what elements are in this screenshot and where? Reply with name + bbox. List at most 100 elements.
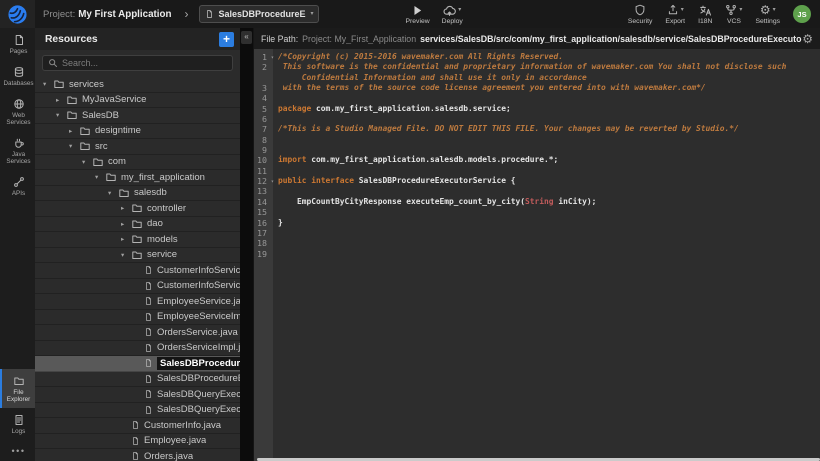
line-number: 10 <box>254 155 273 165</box>
collapse-arrow-icon[interactable]: ▾ <box>108 189 118 197</box>
action-label: Settings <box>755 18 780 25</box>
tree-item[interactable]: SalesDBQueryExecutorService.java <box>35 387 240 403</box>
open-file-dropdown[interactable]: SalesDBProcedureE... ▾ <box>199 5 319 23</box>
tree-item[interactable]: SalesDBProcedureExecutorServiceImpl.java <box>35 372 240 388</box>
code-line: 9 <box>254 145 820 155</box>
sidebar-item-pages[interactable]: Pages <box>0 28 35 60</box>
user-avatar[interactable]: JS <box>793 5 811 23</box>
expand-arrow-icon[interactable]: ▸ <box>56 96 66 104</box>
left-rail-spacer <box>0 202 35 369</box>
tree-item[interactable]: CustomerInfoService.java <box>35 263 240 279</box>
sidebar-item-web-services[interactable]: Web Services <box>0 92 35 131</box>
security-button[interactable]: Security <box>628 4 653 25</box>
settings-button[interactable]: ⚙▾Settings <box>755 4 780 25</box>
vcs-button[interactable]: ▾VCS <box>725 4 742 25</box>
collapse-arrow-icon[interactable]: ▾ <box>69 142 79 150</box>
tree-item[interactable]: ▾service <box>35 248 240 264</box>
i18n-button[interactable]: I18N <box>698 4 712 25</box>
folder-icon-wrap <box>105 171 117 183</box>
folder-icon <box>131 249 143 261</box>
tree-item-label: OrdersServiceImpl.java <box>157 342 240 353</box>
collapse-arrow-icon[interactable]: ▾ <box>95 173 105 181</box>
code-line: 6 <box>254 114 820 124</box>
tree-item[interactable]: ▾salesdb <box>35 186 240 202</box>
resources-title: Resources <box>45 34 98 45</box>
tree-item[interactable]: SalesDBQueryExecutorServiceImpl.java <box>35 403 240 419</box>
tree-item[interactable]: ▾services <box>35 77 240 93</box>
horizontal-scrollbar[interactable] <box>257 458 820 461</box>
action-label: Export <box>665 18 685 25</box>
code-text <box>273 249 820 259</box>
file-path-label: File Path: <box>261 34 298 44</box>
sidebar-item-file-explorer[interactable]: File Explorer <box>0 369 35 408</box>
tree-item[interactable]: ▸MyJavaService <box>35 93 240 109</box>
action-label: Deploy <box>442 18 463 25</box>
collapse-panel-button[interactable]: « <box>241 31 252 44</box>
preview-button[interactable]: Preview <box>405 4 429 25</box>
code-text: with the terms of the source code licens… <box>273 83 820 93</box>
sidebar-item-label: Web Services <box>2 112 35 126</box>
collapse-arrow-icon[interactable]: ▾ <box>43 80 53 88</box>
line-number: 7 <box>254 124 273 134</box>
sidebar-item-databases[interactable]: Databases <box>0 60 35 92</box>
expand-arrow-icon[interactable]: ▸ <box>121 235 131 243</box>
tree-item[interactable]: CustomerInfoServiceImpl.java <box>35 279 240 295</box>
tree-item[interactable]: OrdersServiceImpl.java <box>35 341 240 357</box>
collapse-arrow-icon[interactable]: ▾ <box>121 251 131 259</box>
tree-item-label: OrdersService.java <box>157 327 238 338</box>
tree-item[interactable]: EmployeeServiceImpl.java <box>35 310 240 326</box>
tree-item[interactable]: ▸designtime <box>35 124 240 140</box>
left-rail-bottom: File ExplorerLogs••• <box>0 369 35 461</box>
sidebar-item-java-services[interactable]: Java Services <box>0 131 35 170</box>
folder-icon-wrap <box>66 94 78 106</box>
expand-arrow-icon[interactable]: ▸ <box>121 220 131 228</box>
folder-icon <box>105 171 117 183</box>
line-number: 11 <box>254 166 273 176</box>
code-text <box>273 238 820 248</box>
vcs-icon-row: ▾ <box>725 4 742 17</box>
tree-item-label: EmployeeService.java <box>157 296 240 307</box>
file-icon-wrap <box>144 327 153 337</box>
tree-item[interactable]: OrdersService.java <box>35 325 240 341</box>
tree-item[interactable]: Employee.java <box>35 434 240 450</box>
tree-item[interactable]: ▸controller <box>35 201 240 217</box>
code-text: } <box>273 218 820 228</box>
sidebar-item-logs[interactable]: Logs <box>0 408 35 440</box>
tree-item[interactable]: ▾my_first_application <box>35 170 240 186</box>
sidebar-item-more-options[interactable]: ••• <box>0 440 35 461</box>
wavemaker-logo[interactable] <box>0 0 35 28</box>
tree-item-label: com <box>108 156 126 167</box>
breadcrumb-caret-icon: › <box>184 7 188 21</box>
tree-item[interactable]: EmployeeService.java <box>35 294 240 310</box>
tree-item[interactable]: ▾SalesDB <box>35 108 240 124</box>
sidebar-item-apis[interactable]: APIs <box>0 170 35 202</box>
tree-item[interactable]: Orders.java <box>35 449 240 461</box>
export-button[interactable]: ▾Export <box>665 4 685 25</box>
tree-item[interactable]: CustomerInfo.java <box>35 418 240 434</box>
folder-icon-wrap <box>92 156 104 168</box>
tree-item[interactable]: ▾src <box>35 139 240 155</box>
code-text: import com.my_first_application.salesdb.… <box>273 155 820 165</box>
tree-item[interactable]: ▸models <box>35 232 240 248</box>
sidebar-item-label: APIs <box>2 190 35 197</box>
line-number: 2 <box>254 62 273 83</box>
tree-item[interactable]: ▾ com <box>35 155 240 171</box>
tree-item[interactable]: SalesDBProcedureExecutorService.java <box>35 356 240 372</box>
add-resource-button[interactable]: + <box>219 32 234 47</box>
deploy-button[interactable]: ▾Deploy <box>442 4 463 25</box>
editor-settings-gear-icon[interactable]: ⚙ <box>802 33 813 45</box>
expand-arrow-icon[interactable]: ▸ <box>121 204 131 212</box>
sidebar-item-label: Databases <box>2 80 35 87</box>
chevron-down-icon: ▾ <box>739 7 742 13</box>
tree-item-label: CustomerInfoServiceImpl.java <box>157 280 240 291</box>
left-rail-top: Pages Databases Web Services Java Services A… <box>0 28 35 202</box>
search-input[interactable] <box>62 58 227 68</box>
resources-header: Resources + <box>35 28 240 50</box>
folder-icon-wrap <box>131 218 143 230</box>
collapse-arrow-icon[interactable]: ▾ <box>56 111 66 119</box>
collapse-arrow-icon[interactable]: ▾ <box>82 158 92 166</box>
expand-arrow-icon[interactable]: ▸ <box>69 127 79 135</box>
tree-item[interactable]: ▸dao <box>35 217 240 233</box>
code-editor-surface[interactable]: 1▾/*Copyright (c) 2015-2016 wavemaker.co… <box>254 49 820 461</box>
code-editor-pane: File Path:Project: My_First_Applications… <box>253 28 820 461</box>
